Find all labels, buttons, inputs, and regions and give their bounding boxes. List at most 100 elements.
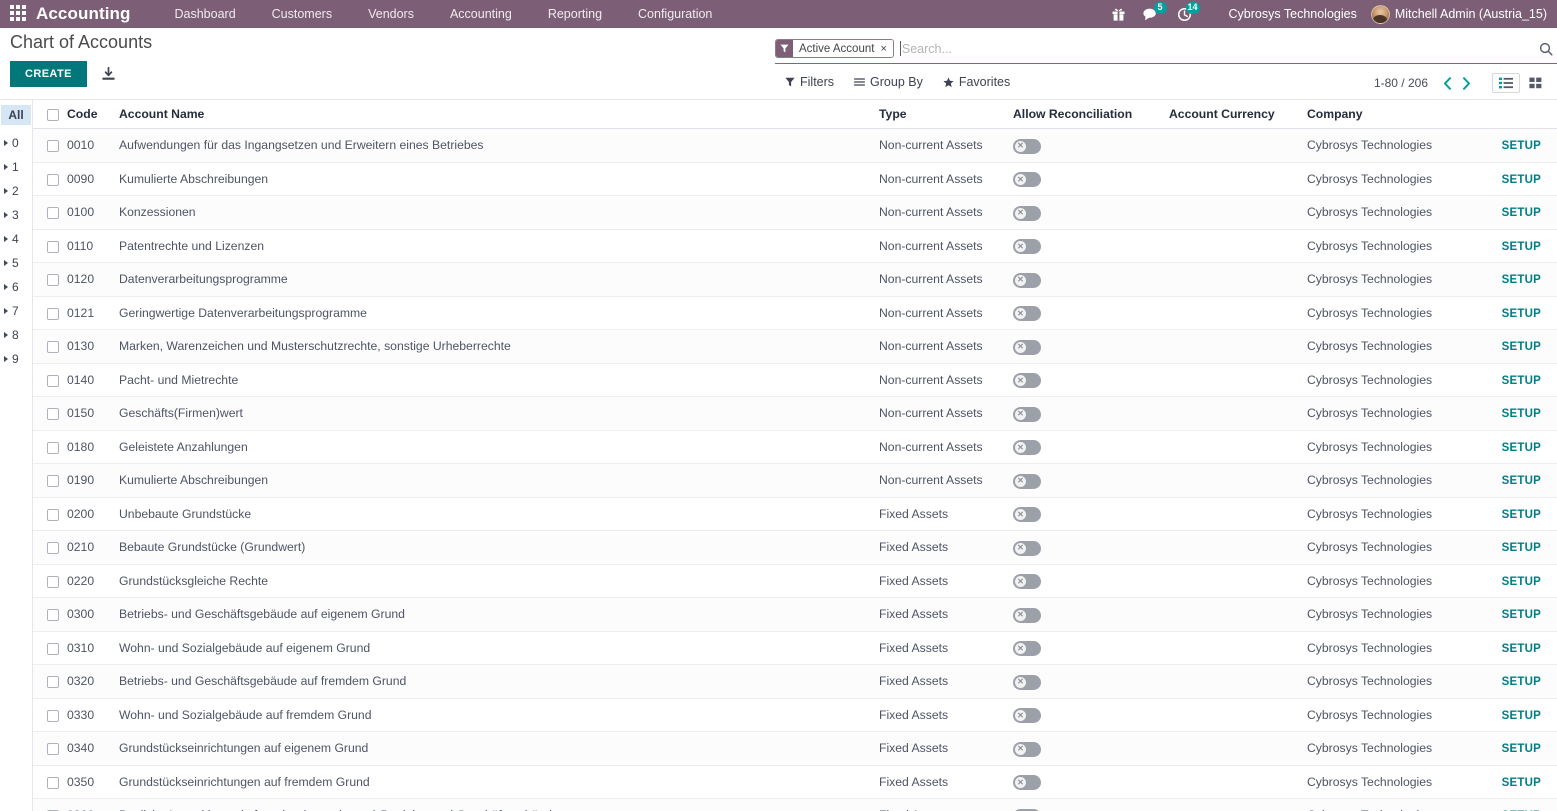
header-company[interactable]: Company <box>1303 100 1493 129</box>
reconciliation-toggle[interactable]: ✕ <box>1013 440 1041 455</box>
expand-caret-icon[interactable] <box>4 356 8 362</box>
row-checkbox[interactable] <box>47 542 59 555</box>
search-facet-active-account[interactable]: Active Account × <box>775 39 894 58</box>
search-input-area[interactable]: Search... <box>899 34 1533 63</box>
sidebar-node-5[interactable]: 5 <box>0 251 32 275</box>
row-checkbox[interactable] <box>47 709 59 722</box>
sidebar-node-2[interactable]: 2 <box>0 179 32 203</box>
reconciliation-toggle[interactable]: ✕ <box>1013 373 1041 388</box>
setup-link[interactable]: SETUP <box>1502 207 1541 219</box>
import-download-icon[interactable] <box>101 66 116 82</box>
table-row[interactable]: 0190 Kumulierte Abschreibungen Non-current… <box>33 463 1557 498</box>
setup-link[interactable]: SETUP <box>1502 777 1541 789</box>
reconciliation-toggle[interactable]: ✕ <box>1013 674 1041 690</box>
menu-item-customers[interactable]: Customers <box>254 2 350 26</box>
table-row[interactable]: 0140 Pacht- und Mietrechte Non-current Ass… <box>33 363 1557 397</box>
search-view[interactable]: Active Account × Search... <box>775 34 1557 64</box>
expand-caret-icon[interactable] <box>4 212 8 218</box>
menu-item-dashboard[interactable]: Dashboard <box>157 2 254 26</box>
table-row[interactable]: 0320 Betriebs- und Geschäftsgebäude auf f… <box>33 664 1557 699</box>
reconciliation-toggle[interactable]: ✕ <box>1013 507 1041 522</box>
sidebar-node-4[interactable]: 4 <box>0 227 32 251</box>
list-view-icon[interactable] <box>1492 73 1520 93</box>
user-menu[interactable]: Mitchell Admin (Austria_15) <box>1370 4 1551 24</box>
setup-link[interactable]: SETUP <box>1502 743 1541 755</box>
search-input[interactable]: Search... <box>902 42 952 56</box>
table-row[interactable]: 0121 Geringwertige Datenverarbeitungsprog… <box>33 296 1557 330</box>
select-all-checkbox[interactable] <box>47 108 59 121</box>
row-checkbox[interactable] <box>47 475 59 488</box>
row-checkbox[interactable] <box>47 274 59 287</box>
row-checkbox[interactable] <box>47 173 59 186</box>
sidebar-node-6[interactable]: 6 <box>0 275 32 299</box>
expand-caret-icon[interactable] <box>4 140 8 146</box>
sidebar-node-3[interactable]: 3 <box>0 203 32 227</box>
reconciliation-toggle[interactable]: ✕ <box>1013 607 1041 623</box>
table-row[interactable]: 0360Bauliche Investitionen in fremden (g… <box>33 798 1557 811</box>
table-row[interactable]: 0350 Grundstückseinrichtungen auf fremdem… <box>33 765 1557 799</box>
chevron-right-icon[interactable] <box>1457 76 1476 90</box>
expand-caret-icon[interactable] <box>4 260 8 266</box>
reconciliation-toggle[interactable]: ✕ <box>1013 239 1041 254</box>
setup-link[interactable]: SETUP <box>1502 542 1541 554</box>
setup-link[interactable]: SETUP <box>1502 308 1541 320</box>
menu-item-accounting[interactable]: Accounting <box>432 2 530 26</box>
close-icon[interactable]: × <box>877 40 893 57</box>
activities-clock-icon[interactable]: 14 <box>1168 0 1201 28</box>
column-options-icon[interactable]: ⋮ <box>1553 100 1557 129</box>
setup-link[interactable]: SETUP <box>1502 341 1541 353</box>
expand-caret-icon[interactable] <box>4 236 8 242</box>
group-by-button[interactable]: Group By <box>844 73 933 91</box>
expand-caret-icon[interactable] <box>4 332 8 338</box>
reconciliation-toggle[interactable]: ✕ <box>1013 741 1041 757</box>
row-checkbox[interactable] <box>47 207 59 220</box>
setup-link[interactable]: SETUP <box>1502 274 1541 286</box>
sidebar-node-8[interactable]: 8 <box>0 323 32 347</box>
setup-link[interactable]: SETUP <box>1502 475 1541 487</box>
setup-link[interactable]: SETUP <box>1502 676 1541 688</box>
setup-link[interactable]: SETUP <box>1502 408 1541 420</box>
row-checkbox[interactable] <box>47 743 59 756</box>
table-row[interactable]: 0150 Geschäfts(Firmen)wert Non-current Ass… <box>33 396 1557 431</box>
table-row[interactable]: 0010 Aufwendungen für das Ingangsetzen un… <box>33 128 1557 163</box>
sidebar-node-7[interactable]: 7 <box>0 299 32 323</box>
row-checkbox[interactable] <box>47 575 59 588</box>
setup-link[interactable]: SETUP <box>1502 375 1541 387</box>
sidebar-item-all[interactable]: All <box>1 105 31 125</box>
reconciliation-toggle[interactable]: ✕ <box>1013 172 1041 187</box>
menu-item-configuration[interactable]: Configuration <box>620 2 730 26</box>
table-row[interactable]: 0110 Patentrechte und Lizenzen Non-current… <box>33 229 1557 263</box>
table-row[interactable]: 0330 Wohn- und Sozialgebäude auf fremdem … <box>33 698 1557 732</box>
filters-button[interactable]: Filters <box>775 73 844 91</box>
app-brand-accounting[interactable]: Accounting <box>36 4 131 24</box>
reconciliation-toggle[interactable]: ✕ <box>1013 775 1041 790</box>
table-row[interactable]: 0340 Grundstückseinrichtungen auf eigenem… <box>33 731 1557 766</box>
row-checkbox[interactable] <box>47 508 59 521</box>
sidebar-node-1[interactable]: 1 <box>0 155 32 179</box>
setup-link[interactable]: SETUP <box>1502 576 1541 588</box>
search-icon[interactable] <box>1533 42 1553 56</box>
favorites-button[interactable]: Favorites <box>933 73 1020 91</box>
table-row[interactable]: 0220 Grundstücksgleiche Rechte Fixed Asset… <box>33 564 1557 598</box>
reconciliation-toggle[interactable]: ✕ <box>1013 205 1041 221</box>
expand-caret-icon[interactable] <box>4 164 8 170</box>
row-checkbox[interactable] <box>47 441 59 454</box>
kanban-view-icon[interactable] <box>1522 73 1549 93</box>
row-checkbox[interactable] <box>47 642 59 655</box>
row-checkbox[interactable] <box>47 676 59 689</box>
table-row[interactable]: 0180 Geleistete Anzahlungen Non-current As… <box>33 430 1557 464</box>
reconciliation-toggle[interactable]: ✕ <box>1013 540 1041 556</box>
sidebar-node-9[interactable]: 9 <box>0 347 32 371</box>
header-type[interactable]: Type <box>875 100 1009 129</box>
expand-caret-icon[interactable] <box>4 284 8 290</box>
create-button[interactable]: CREATE <box>10 61 87 87</box>
messages-icon[interactable]: 5 <box>1134 0 1168 28</box>
menu-item-vendors[interactable]: Vendors <box>350 2 432 26</box>
reconciliation-toggle[interactable]: ✕ <box>1013 574 1041 589</box>
row-checkbox[interactable] <box>47 408 59 421</box>
row-checkbox[interactable] <box>47 240 59 253</box>
chevron-left-icon[interactable] <box>1438 76 1457 90</box>
reconciliation-toggle[interactable]: ✕ <box>1013 473 1041 489</box>
setup-link[interactable]: SETUP <box>1502 643 1541 655</box>
table-row[interactable]: 0200 Unbebaute Grundstücke Fixed Assets ✕ Cy… <box>33 497 1557 531</box>
